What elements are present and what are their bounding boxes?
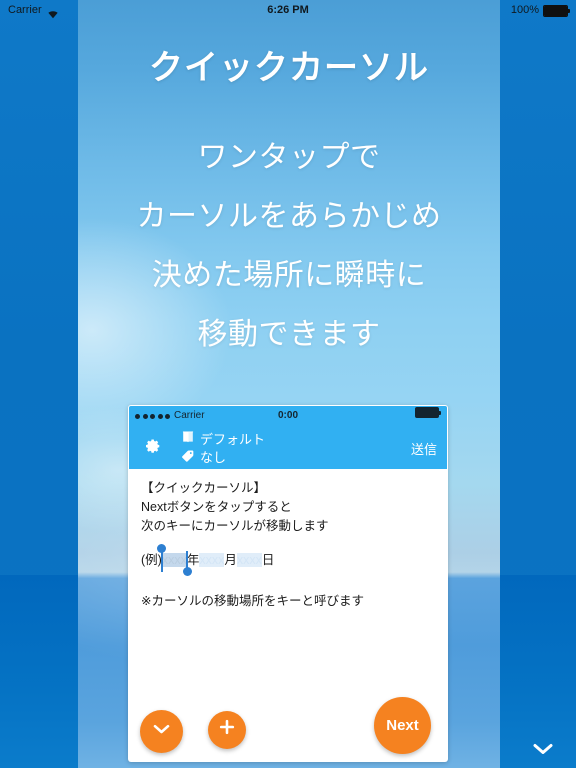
plus-icon: [219, 719, 235, 741]
send-button[interactable]: 送信: [411, 439, 437, 458]
selected-key-text: xxxx: [161, 553, 187, 567]
next-button[interactable]: Next: [374, 697, 431, 754]
key-line-sep-3: 日: [261, 553, 275, 567]
selection-handle-end[interactable]: [182, 567, 192, 576]
tagline-line-4: 移動できます: [197, 318, 381, 351]
add-key-button[interactable]: [208, 711, 246, 749]
app-screen: Carrier 6:26 PM 100% クイックカーソル ワンタップで カーソ…: [0, 0, 576, 768]
phone-body[interactable]: 【クイックカーソル】 Nextボタンをタップすると 次のキーにカーソルが移動しま…: [129, 469, 447, 761]
phone-nav-bar: デフォルト なし 送信: [129, 426, 447, 469]
phone-mockup: Carrier 0:00 デフォルト なし 送信 【クイックカーソル】 Next…: [128, 405, 448, 762]
next-button-label: Next: [386, 717, 419, 734]
status-bar-time: 6:26 PM: [267, 4, 309, 16]
tag-icon: [181, 449, 195, 468]
chevron-down-icon: [153, 722, 170, 741]
phone-status-right: [415, 406, 441, 418]
status-bar-right: 100%: [510, 0, 570, 20]
key-line-sep-1: 年: [186, 553, 200, 567]
key-line-prefix: (例): [141, 553, 162, 567]
key-example-line[interactable]: (例)xxxx 年xxxx月xxxx日: [141, 544, 275, 576]
tag-row[interactable]: なし: [181, 449, 381, 468]
template-label: デフォルト: [200, 431, 266, 447]
background-band-right-lower: [500, 575, 576, 768]
selection-caret-start: [160, 551, 163, 572]
key-placeholder-3[interactable]: xxxx: [236, 553, 262, 567]
body-line-2: Nextボタンをタップすると: [141, 500, 292, 514]
battery-full-icon: [543, 5, 570, 17]
key-line-sep-2: 月: [224, 553, 237, 567]
selection-handle-start[interactable]: [156, 544, 166, 553]
template-row[interactable]: デフォルト: [181, 430, 381, 449]
device-status-bar: Carrier 6:26 PM 100%: [0, 0, 576, 20]
tagline-line-1: ワンタップで: [197, 141, 381, 174]
key-placeholder-2[interactable]: xxxx: [199, 553, 225, 567]
phone-status-bar: Carrier 0:00: [129, 406, 447, 426]
battery-percent-label: 100%: [510, 4, 539, 16]
phone-nav-center[interactable]: デフォルト なし: [181, 430, 381, 467]
page-tagline: ワンタップで カーソルをあらかじめ 決めた場所に瞬時に 移動できます: [78, 128, 500, 364]
body-note: ※カーソルの移動場所をキーと呼びます: [141, 594, 364, 608]
gear-icon[interactable]: [142, 437, 162, 457]
phone-status-time: 0:00: [277, 410, 298, 421]
page-title: クイックカーソル: [149, 49, 429, 87]
body-line-3: 次のキーにカーソルが移動します: [141, 519, 329, 533]
move-down-button[interactable]: [140, 710, 183, 753]
chevron-down-icon[interactable]: [532, 742, 554, 756]
battery-full-icon: [415, 407, 441, 418]
body-line-1: 【クイックカーソル】: [141, 481, 267, 495]
tagline-line-3: 決めた場所に瞬時に: [151, 259, 427, 292]
background-band-left-lower: [0, 575, 78, 768]
book-icon: [181, 430, 195, 449]
tag-label: なし: [200, 450, 227, 465]
tagline-line-2: カーソルをあらかじめ: [136, 200, 442, 233]
selected-key[interactable]: xxxx: [156, 544, 192, 576]
